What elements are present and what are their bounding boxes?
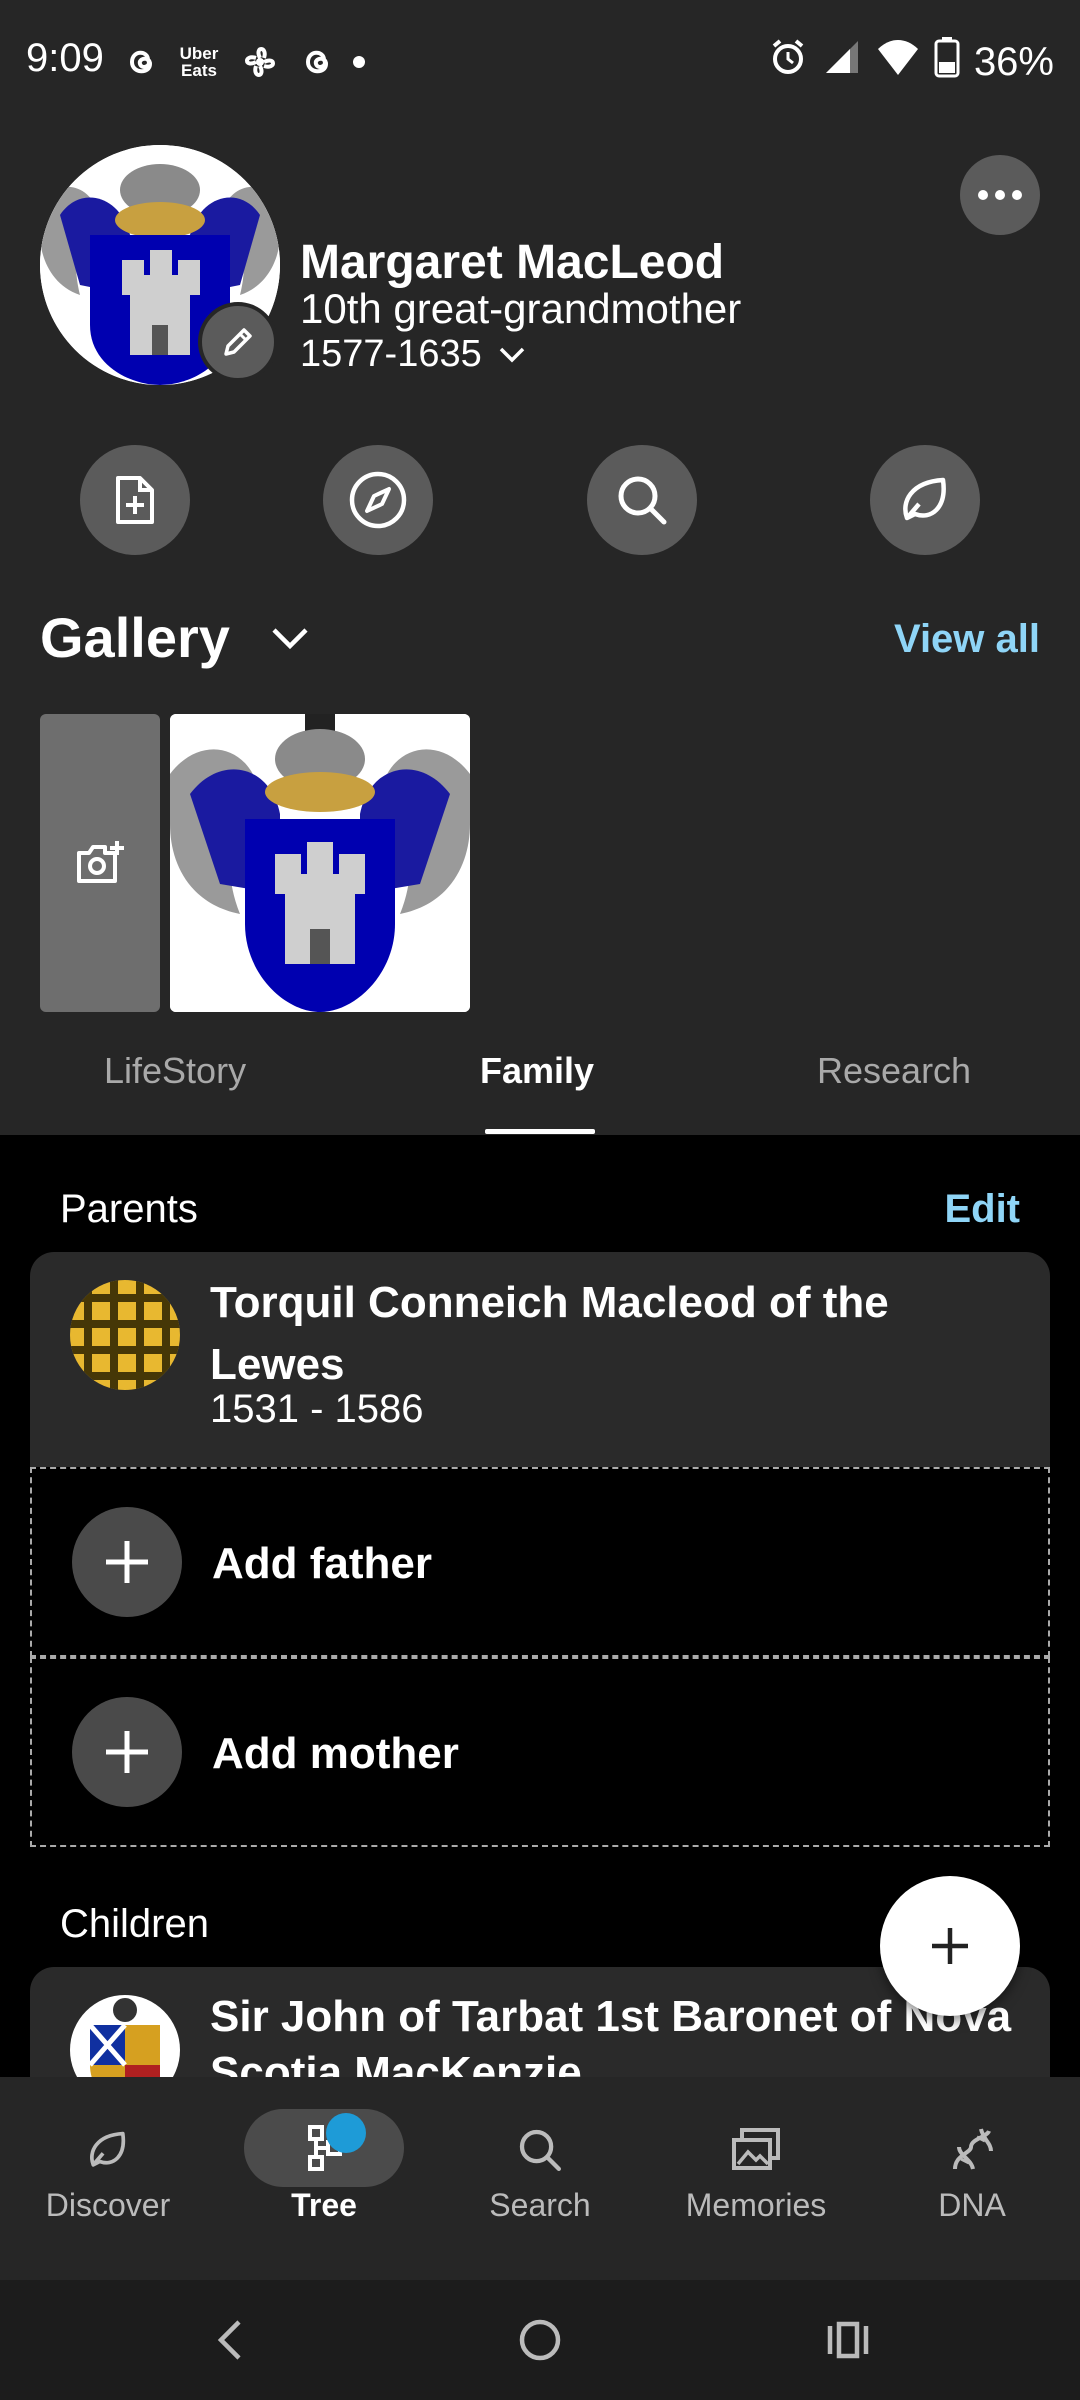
more-options-button[interactable] bbox=[960, 155, 1040, 235]
nav-tree-icon-wrap bbox=[244, 2109, 404, 2187]
profile-avatar-wrap bbox=[40, 145, 280, 385]
recents-icon bbox=[827, 2321, 869, 2359]
home-button[interactable] bbox=[510, 2310, 570, 2370]
status-bar: 9:09 Uber Eats 36% bbox=[0, 0, 1080, 125]
chevron-down-icon bbox=[499, 347, 524, 362]
search-icon bbox=[519, 2129, 561, 2171]
threads-icon-2 bbox=[298, 38, 334, 86]
photos-icon bbox=[732, 2128, 780, 2170]
add-mother-button[interactable]: Add mother bbox=[30, 1657, 1050, 1847]
add-father-label: Add father bbox=[212, 1539, 432, 1588]
leaf-icon bbox=[90, 2131, 126, 2167]
search-icon bbox=[618, 476, 667, 525]
gallery-title: Gallery bbox=[40, 606, 230, 669]
dna-icon bbox=[953, 2128, 993, 2170]
parent-avatar bbox=[70, 1280, 180, 1390]
compass-button[interactable] bbox=[323, 445, 433, 555]
back-button[interactable] bbox=[200, 2310, 260, 2370]
add-photo-tile[interactable] bbox=[40, 714, 160, 1012]
notification-dot bbox=[326, 2113, 366, 2153]
person-name: Margaret MacLeod bbox=[300, 236, 725, 289]
alarm-icon bbox=[768, 37, 808, 87]
nav-dna-label: DNA bbox=[938, 2187, 1006, 2223]
add-record-button[interactable] bbox=[80, 445, 190, 555]
lifespan-text: 1577-1635 bbox=[300, 333, 482, 375]
view-all-link[interactable]: View all bbox=[894, 617, 1040, 662]
nav-memories-label: Memories bbox=[685, 2187, 827, 2223]
plus-icon bbox=[106, 1731, 148, 1773]
status-time: 9:09 bbox=[26, 36, 104, 80]
lifespan-dropdown[interactable]: 1577-1635 bbox=[300, 333, 526, 376]
parent-dates: 1531 - 1586 bbox=[210, 1387, 424, 1431]
bottom-navigation: Discover Tree Search Memories DNA bbox=[0, 2077, 1080, 2280]
add-photo-camera-icon bbox=[77, 841, 124, 883]
more-notifications-dot-icon bbox=[352, 38, 366, 86]
plus-icon bbox=[932, 1928, 968, 1964]
nav-discover-icon-wrap bbox=[28, 2115, 188, 2185]
relationship-label: 10th great-grandmother bbox=[300, 285, 742, 332]
add-mother-circle bbox=[72, 1697, 182, 1807]
notification-icons: Uber Eats bbox=[122, 38, 366, 86]
wifi-icon bbox=[876, 37, 920, 87]
child-name: Sir John of Tarbat 1st Baronet of Nova S… bbox=[210, 1992, 1012, 2077]
nav-dna[interactable]: DNA bbox=[864, 2077, 1080, 2280]
nav-discover-label: Discover bbox=[45, 2187, 171, 2223]
back-chevron-icon bbox=[217, 2320, 241, 2360]
edit-parents-link[interactable]: Edit bbox=[944, 1187, 1020, 1232]
hints-button[interactable] bbox=[870, 445, 980, 555]
edit-photo-button[interactable] bbox=[198, 302, 278, 382]
nav-search-icon-wrap bbox=[460, 2115, 620, 2185]
home-circle-icon bbox=[519, 2319, 561, 2361]
nav-discover[interactable]: Discover bbox=[0, 2077, 216, 2280]
children-heading: Children bbox=[60, 1902, 209, 1946]
tab-lifestory[interactable]: LifeStory bbox=[104, 1050, 246, 1092]
gallery-photo[interactable] bbox=[170, 714, 470, 1012]
plus-icon bbox=[106, 1541, 148, 1583]
profile-tabs: LifeStory Family Research bbox=[0, 1030, 1080, 1135]
system-navigation-bar bbox=[0, 2280, 1080, 2400]
parent-card[interactable]: Torquil Conneich Macleod of the Lewes 15… bbox=[30, 1252, 1050, 1467]
system-status: 36% bbox=[768, 36, 1054, 88]
parents-heading: Parents bbox=[60, 1187, 198, 1231]
add-father-circle bbox=[72, 1507, 182, 1617]
nav-tree-label: Tree bbox=[291, 2187, 357, 2223]
add-father-button[interactable]: Add father bbox=[30, 1467, 1050, 1657]
pinwheel-icon bbox=[240, 38, 280, 86]
parent-name: Torquil Conneich Macleod of the Lewes bbox=[210, 1278, 889, 1389]
nav-tree[interactable]: Tree bbox=[216, 2077, 432, 2280]
add-record-icon bbox=[116, 476, 154, 524]
nav-dna-icon-wrap bbox=[892, 2115, 1052, 2185]
recents-button[interactable] bbox=[818, 2310, 878, 2370]
add-family-member-fab[interactable] bbox=[880, 1876, 1020, 2016]
nav-search-label: Search bbox=[489, 2187, 591, 2223]
chevron-down-icon bbox=[272, 627, 308, 649]
gallery-header[interactable]: Gallery bbox=[40, 605, 310, 670]
battery-percent: 36% bbox=[973, 39, 1054, 84]
profile-header: Margaret MacLeod 10th great-grandmother … bbox=[0, 125, 1080, 1135]
battery-icon bbox=[934, 36, 960, 88]
nav-search[interactable]: Search bbox=[432, 2077, 648, 2280]
tab-family[interactable]: Family bbox=[480, 1050, 594, 1092]
signal-icon bbox=[822, 37, 862, 87]
search-person-button[interactable] bbox=[587, 445, 697, 555]
nav-memories-icon-wrap bbox=[676, 2115, 836, 2185]
tab-research[interactable]: Research bbox=[817, 1050, 971, 1092]
active-tab-indicator bbox=[485, 1129, 595, 1134]
leaf-icon bbox=[903, 477, 946, 521]
compass-icon bbox=[349, 471, 407, 529]
nav-memories[interactable]: Memories bbox=[648, 2077, 864, 2280]
threads-icon bbox=[122, 38, 158, 86]
uber-eats-icon: Uber Eats bbox=[179, 44, 219, 80]
pencil-icon bbox=[224, 328, 252, 356]
child-avatar bbox=[70, 1995, 180, 2077]
more-dots-icon bbox=[978, 190, 1022, 200]
add-mother-label: Add mother bbox=[212, 1729, 459, 1778]
